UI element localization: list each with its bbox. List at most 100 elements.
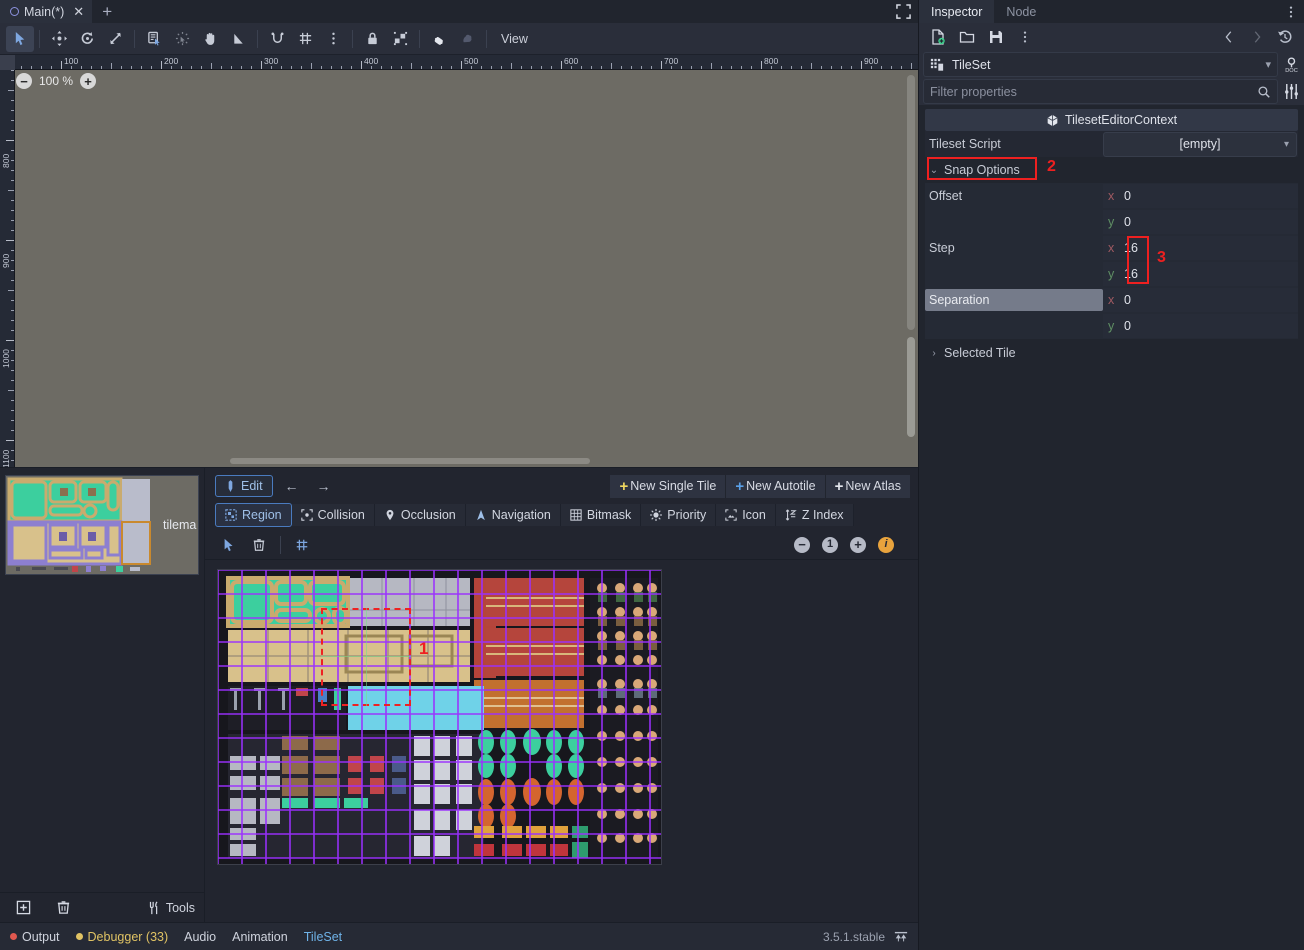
icon-icon — [725, 509, 737, 521]
zoom-out-icon[interactable]: − — [16, 73, 32, 89]
snap-options-menu-icon[interactable] — [319, 26, 347, 52]
close-icon[interactable]: ✕ — [73, 5, 84, 18]
tileset-tools-button[interactable]: Tools — [147, 901, 195, 915]
tab-collision[interactable]: Collision — [291, 504, 375, 526]
inspector-object-row: TileSet ▾ DOC — [919, 51, 1304, 78]
tab-region[interactable]: Region — [215, 503, 292, 527]
offset-y-field[interactable]: y 0 — [1103, 210, 1298, 234]
list-item[interactable]: tilema — [5, 475, 199, 575]
property-section-snap-options[interactable]: ⌄ Snap Options 2 — [925, 157, 1298, 183]
trash-icon[interactable] — [49, 895, 77, 921]
select-cursor-icon[interactable] — [215, 532, 243, 558]
bottom-tab-tileset[interactable]: TileSet — [304, 930, 342, 944]
tileset-thumbnail — [6, 476, 158, 574]
zoom-in-icon[interactable]: + — [850, 536, 866, 553]
next-tile-button[interactable]: → — [311, 474, 337, 498]
new-autotile-button[interactable]: + New Autotile — [726, 474, 826, 498]
scene-tab-main[interactable]: Main(*) ✕ — [0, 0, 93, 23]
zoom-reset-icon[interactable]: 1 — [822, 536, 838, 553]
tab-z-index[interactable]: Z Index — [775, 504, 854, 526]
history-prev-icon[interactable] — [1216, 25, 1242, 49]
filter-properties-field[interactable]: Filter properties — [923, 79, 1278, 104]
new-single-tile-button[interactable]: + New Single Tile — [610, 474, 727, 498]
output-status-dot — [10, 933, 17, 940]
bone-icon[interactable] — [425, 26, 453, 52]
select-tool[interactable] — [6, 25, 34, 52]
search-icon[interactable] — [1257, 85, 1271, 99]
rotate-tool[interactable] — [73, 26, 101, 52]
viewport-vertical-scrollbar[interactable] — [907, 75, 915, 460]
viewport-horizontal-scrollbar[interactable] — [230, 458, 590, 464]
tileset-region-canvas[interactable]: 1 — [205, 560, 918, 922]
previous-tile-button[interactable]: ← — [279, 474, 305, 498]
tab-inspector[interactable]: Inspector — [919, 0, 995, 23]
offset-x-field[interactable]: x 0 — [1103, 184, 1298, 208]
property-section-selected-tile[interactable]: › Selected Tile — [925, 341, 1298, 365]
new-atlas-button[interactable]: + New Atlas — [825, 474, 910, 498]
resource-extra-menu-icon[interactable] — [1012, 25, 1038, 49]
tab-navigation[interactable]: Navigation — [465, 504, 561, 526]
tilesheet-image[interactable] — [217, 569, 662, 865]
view-menu-button[interactable]: View — [492, 29, 537, 49]
open-resource-icon[interactable] — [954, 25, 980, 49]
vertical-dots-icon[interactable] — [1278, 0, 1304, 23]
step-x-field[interactable]: x 16 — [1103, 236, 1298, 260]
property-label: Tileset Script — [929, 137, 1001, 151]
separation-x-field[interactable]: x 0 — [1103, 288, 1298, 312]
lock-icon[interactable] — [358, 26, 386, 52]
zoom-level-label[interactable]: 100 % — [39, 74, 73, 88]
info-warning-icon[interactable]: i — [878, 536, 894, 553]
save-resource-icon[interactable] — [983, 25, 1009, 49]
step-y-field[interactable]: y 16 — [1103, 262, 1298, 286]
object-settings-icon[interactable] — [1278, 79, 1304, 105]
add-tile-icon[interactable] — [9, 895, 37, 921]
tab-node[interactable]: Node — [994, 0, 1048, 23]
tab-bitmask[interactable]: Bitmask — [560, 504, 642, 526]
ruler-tick-minor — [571, 66, 572, 69]
separation-y-field[interactable]: y 0 — [1103, 314, 1298, 338]
zoom-out-icon[interactable]: − — [794, 536, 810, 553]
snap-mode-icon[interactable] — [263, 26, 291, 52]
skeleton-icon[interactable] — [453, 26, 481, 52]
ruler-click-tool[interactable] — [168, 26, 196, 52]
bottom-tab-debugger[interactable]: Debugger (33) — [75, 930, 168, 944]
canvas-2d-surface[interactable] — [15, 70, 918, 467]
canvas-viewport[interactable]: 100 200 300 400 500 600 700 800 900 800 900 1000 11… — [0, 55, 918, 467]
history-icon[interactable] — [1272, 25, 1298, 49]
edit-mode-button[interactable]: Edit — [215, 475, 273, 497]
pan-tool[interactable] — [196, 26, 224, 52]
tab-priority[interactable]: Priority — [641, 504, 717, 526]
ruler-tick-minor — [221, 66, 222, 69]
move-tool[interactable] — [45, 26, 73, 52]
history-next-icon[interactable] — [1244, 25, 1270, 49]
tileset-script-dropdown[interactable]: [empty] ▾ — [1103, 131, 1297, 157]
ruler-label: 100 — [64, 56, 79, 66]
tab-icon[interactable]: Icon — [716, 504, 776, 526]
filter-placeholder: Filter properties — [930, 84, 1017, 99]
ruler-tick-minor — [651, 66, 652, 69]
distraction-free-icon[interactable] — [888, 0, 918, 23]
zoom-in-icon[interactable]: + — [80, 73, 97, 89]
ruler-tick-minor — [811, 63, 812, 69]
open-docs-icon[interactable]: DOC — [1278, 52, 1304, 78]
ruler-tick-minor — [831, 66, 832, 69]
snap-grid-icon[interactable] — [288, 532, 316, 558]
expand-bottom-panel-icon[interactable] — [894, 930, 908, 944]
list-select-tool[interactable] — [140, 26, 168, 52]
chevron-down-icon[interactable]: ▾ — [1265, 58, 1271, 71]
bottom-tab-audio[interactable]: Audio — [184, 930, 216, 944]
new-resource-icon[interactable] — [925, 25, 951, 49]
ruler-tool[interactable] — [224, 26, 252, 52]
ruler-tick-minor — [411, 63, 412, 69]
trash-icon[interactable] — [245, 532, 273, 558]
ruler-label: 500 — [464, 56, 479, 66]
add-scene-button[interactable]: + — [92, 0, 122, 23]
grid-snap-icon[interactable] — [291, 26, 319, 52]
scale-tool[interactable] — [101, 26, 129, 52]
bottom-tab-animation[interactable]: Animation — [232, 930, 288, 944]
inspected-object-field[interactable]: TileSet ▾ — [923, 52, 1278, 77]
ruler-tick-minor — [491, 66, 492, 69]
bottom-tab-output[interactable]: Output — [10, 930, 60, 944]
tab-occlusion[interactable]: Occlusion — [374, 504, 466, 526]
group-icon[interactable] — [386, 26, 414, 52]
